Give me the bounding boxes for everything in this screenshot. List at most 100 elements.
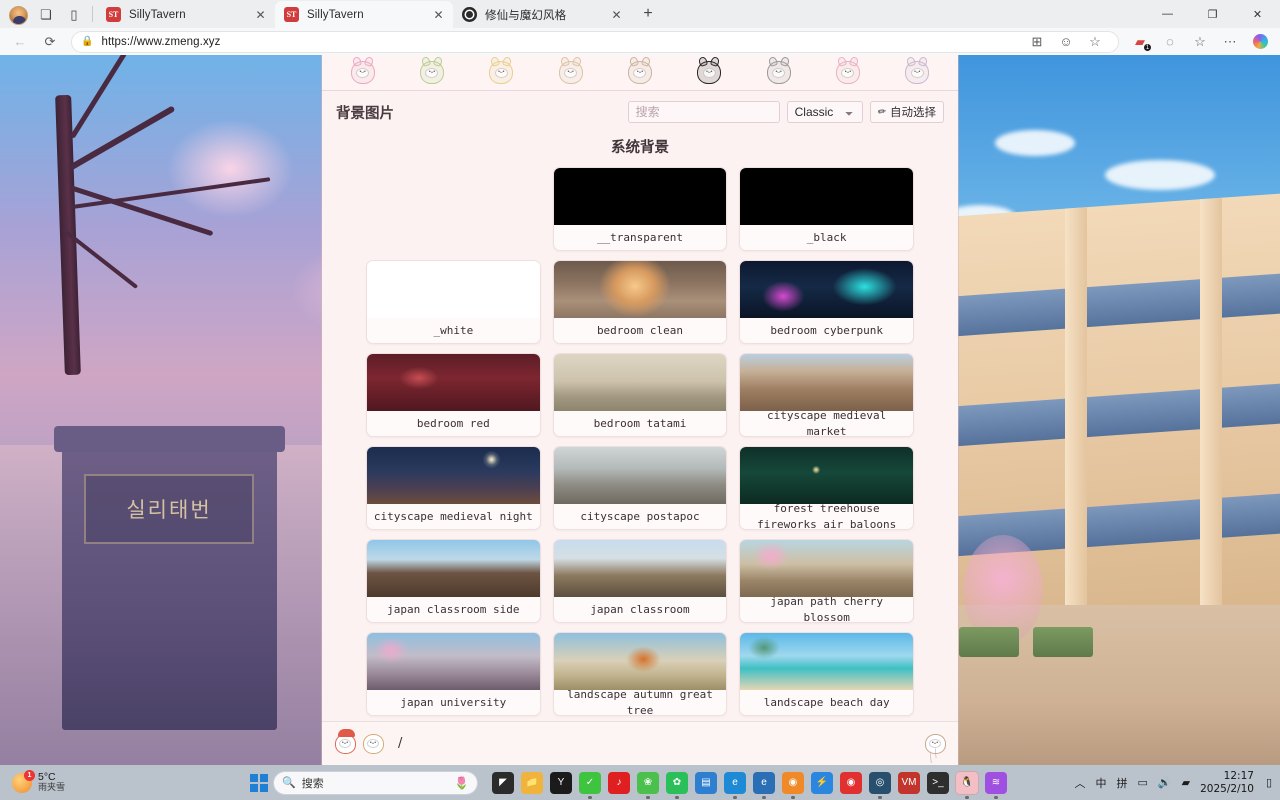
favorite-star-icon[interactable]: ☆ — [1081, 30, 1109, 53]
tray-chevron-icon[interactable]: ︿ — [1075, 775, 1086, 791]
background-card[interactable]: cityscape medieval night — [366, 446, 541, 530]
black-dog-icon[interactable]: •ᴗ• — [694, 55, 724, 87]
yuque-icon[interactable]: Y — [550, 771, 572, 794]
close-icon[interactable]: ✕ — [608, 6, 625, 23]
maximize-button[interactable]: ❐ — [1190, 0, 1235, 28]
edge-icon[interactable]: e — [724, 771, 746, 794]
chat-input[interactable] — [386, 736, 922, 751]
background-card[interactable]: japan classroom side — [366, 539, 541, 623]
windows-start-icon[interactable] — [250, 773, 268, 792]
style-select[interactable]: Classic — [786, 101, 863, 123]
character-body: •ᴗ• — [362, 733, 384, 754]
copilot-icon[interactable] — [1246, 30, 1274, 53]
file-explorer-icon[interactable]: 📁 — [521, 771, 543, 794]
close-window-button[interactable]: ✕ — [1235, 0, 1280, 28]
background-thumbnail — [740, 540, 913, 597]
background-thumbnail — [553, 447, 727, 504]
settings-more-icon[interactable]: ⋯ — [1216, 30, 1244, 53]
netease-music-icon[interactable]: ♪ — [608, 771, 630, 794]
browser-tab-1[interactable]: ST SillyTavern ✕ — [97, 1, 275, 28]
search-input[interactable] — [627, 101, 780, 123]
background-card[interactable]: japan classroom — [552, 539, 728, 623]
show-desktop-button[interactable]: ▯ — [1266, 776, 1272, 789]
browser-essentials-icon[interactable]: ◌ — [1156, 30, 1184, 53]
background-card[interactable]: bedroom tatami — [552, 353, 728, 437]
background-card[interactable]: bedroom red — [366, 353, 541, 437]
backgrounds-scroll-area[interactable]: __transparent _black _white bedroom clean be… — [322, 167, 958, 721]
kiosk-sign: 실리태번 — [84, 474, 254, 544]
background-card[interactable]: _white — [366, 260, 541, 344]
tree-branch — [69, 185, 214, 237]
background-card[interactable]: __transparent — [552, 167, 728, 251]
feedback-icon[interactable]: ☺ — [1052, 30, 1080, 53]
file-explorer-dark-icon[interactable]: ◤ — [492, 771, 514, 794]
background-thumbnail — [553, 261, 727, 318]
tab-title: SillyTavern — [307, 8, 364, 21]
wechat-green-icon[interactable]: ❀ — [637, 771, 659, 794]
close-icon[interactable]: ✕ — [430, 6, 447, 23]
reload-icon[interactable]: ⟳ — [36, 30, 64, 53]
voicemeeter-icon[interactable]: VM — [898, 771, 920, 794]
section-title: 系统背景 — [611, 140, 669, 156]
vs-code-icon[interactable]: ▤ — [695, 771, 717, 794]
green-frog-icon[interactable]: •ᴗ• — [417, 55, 447, 87]
background-card[interactable]: bedroom clean — [552, 260, 728, 344]
weather-temperature: 5°C — [38, 771, 56, 784]
flower-icon: 🌷 — [454, 775, 469, 790]
new-tab-button[interactable]: + — [635, 1, 661, 27]
close-icon[interactable]: ✕ — [252, 6, 269, 23]
browser-tab-3[interactable]: 修仙与魔幻风格 ✕ — [453, 1, 631, 28]
favorites-bar-icon[interactable]: ☆ — [1186, 30, 1214, 53]
redcircle-app-icon[interactable]: ◉ — [840, 771, 862, 794]
yellow-dog-icon[interactable]: •ᴗ• — [486, 55, 516, 87]
tab-actions-icon[interactable]: ❏ — [32, 2, 60, 28]
ime-mode-icon[interactable]: 中 — [1096, 775, 1107, 791]
collections-icon[interactable]: ⊞ — [1023, 30, 1051, 53]
clock[interactable]: 12:17 2025/2/10 — [1200, 770, 1256, 795]
background-card[interactable]: japan path cherry blossom — [739, 539, 914, 623]
weather-widget[interactable]: 1 5°C 雨夹雪 — [0, 769, 250, 793]
pink-cat-icon[interactable]: •ᴗ• — [833, 55, 863, 87]
qq-icon[interactable]: 🐧 — [956, 771, 978, 794]
browser-tab-2[interactable]: ST SillyTavern ✕ — [275, 1, 453, 28]
background-card[interactable]: japan university — [366, 632, 541, 716]
battery-icon[interactable]: ▰ — [1182, 776, 1190, 789]
box-character-icon[interactable]: •ᴗ• — [902, 55, 932, 87]
edge-dev-icon[interactable]: e — [753, 771, 775, 794]
wechat-icon[interactable]: ✓ — [579, 771, 601, 794]
back-icon[interactable]: ← — [6, 30, 34, 53]
pink-bunny-icon[interactable]: •ᴗ• — [348, 55, 378, 87]
background-card[interactable]: landscape beach day — [739, 632, 914, 716]
beige-bear-icon[interactable]: •ᴗ• — [556, 55, 586, 87]
character-face: •ᴗ• — [772, 67, 786, 78]
background-card[interactable]: cityscape medieval market — [739, 353, 914, 437]
wechat-pc-icon[interactable]: ✿ — [666, 771, 688, 794]
auto-select-button[interactable]: ✏ 自动选择 — [869, 101, 944, 123]
cream-cat-icon[interactable]: •ᴗ• — [625, 55, 655, 87]
extensions-icon[interactable]: ▰ 1 — [1126, 30, 1154, 53]
address-bar[interactable]: 🔒 https://www.zmeng.xyz ⊞ ☺ ☆ — [71, 30, 1119, 53]
background-card[interactable]: forest treehouse fireworks air baloons — [739, 446, 914, 530]
character-face: •ᴗ• — [841, 67, 855, 78]
volume-icon[interactable]: 🔊 — [1158, 776, 1172, 789]
thunder-icon[interactable]: ⚡ — [811, 771, 833, 794]
steam-icon[interactable]: ◎ — [869, 771, 891, 794]
background-thumbnail — [367, 540, 540, 597]
cream-cat-icon[interactable]: •ᴗ• — [360, 730, 386, 758]
terminal-icon[interactable]: >_ — [927, 771, 949, 794]
firefox-icon[interactable]: ◉ — [782, 771, 804, 794]
background-card[interactable]: bedroom cyberpunk — [739, 260, 914, 344]
background-thumbnail — [367, 633, 540, 690]
santa-bear-icon[interactable]: •ᴗ• — [332, 728, 358, 758]
background-card[interactable]: cityscape postapoc — [552, 446, 728, 530]
purple-cat-icon[interactable]: ≋ — [985, 771, 1007, 794]
profile-avatar-button[interactable] — [4, 2, 32, 28]
minimize-button[interactable]: — — [1145, 0, 1190, 28]
network-icon[interactable]: ▭ — [1138, 776, 1148, 789]
background-card[interactable]: _black — [739, 167, 914, 251]
taskbar-search[interactable]: 🔍 搜索 🌷 — [273, 770, 478, 795]
background-card[interactable]: landscape autumn great tree — [552, 632, 728, 716]
ime-pinyin-icon[interactable]: 拼 — [1117, 775, 1128, 791]
split-screen-icon[interactable]: ▯ — [60, 2, 88, 28]
grey-cat-icon[interactable]: •ᴗ• — [764, 55, 794, 87]
